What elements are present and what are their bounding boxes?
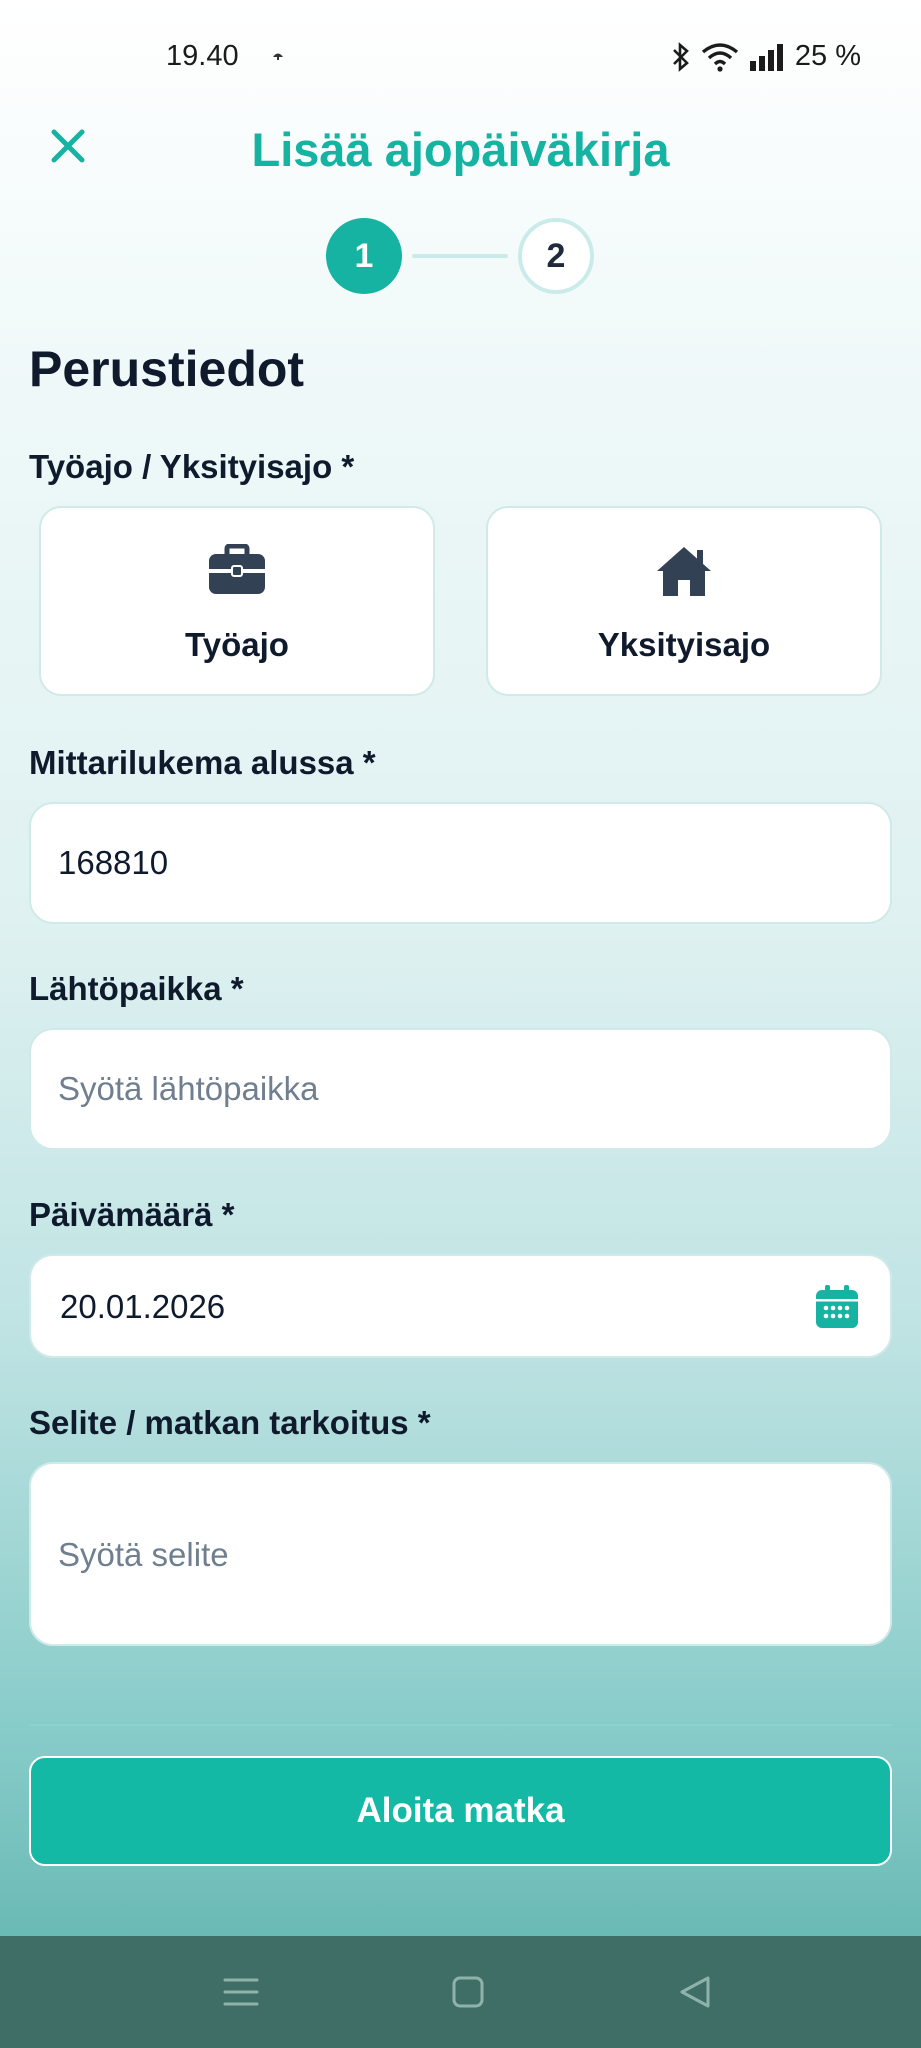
- odometer-label: Mittarilukema alussa *: [29, 744, 376, 781]
- notification-icon: [273, 53, 283, 60]
- calendar-icon[interactable]: [814, 1284, 860, 1330]
- private-trip-label: Yksityisajo: [597, 626, 771, 663]
- briefcase-icon: [209, 544, 265, 594]
- description-input[interactable]: Syötä selite: [29, 1462, 892, 1646]
- signal-icon: [749, 43, 783, 71]
- description-label: Selite / matkan tarkoitus *: [29, 1404, 431, 1441]
- departure-input[interactable]: Syötä lähtöpaikka: [29, 1028, 892, 1150]
- battery-percentage: 25 %: [794, 40, 861, 72]
- square-icon: [452, 1976, 484, 2008]
- date-input[interactable]: 20.01.2026: [29, 1254, 892, 1358]
- description-placeholder: Syötä selite: [58, 1536, 229, 1573]
- bluetooth-icon: [672, 41, 689, 72]
- page-title: Lisää ajopäiväkirja: [251, 123, 670, 176]
- departure-placeholder: Syötä lähtöpaikka: [58, 1070, 319, 1107]
- departure-label: Lähtöpaikka *: [29, 970, 244, 1007]
- wifi-icon: [701, 42, 738, 72]
- odometer-value: 168810: [58, 844, 169, 881]
- start-trip-button[interactable]: Aloita matka: [29, 1756, 892, 1866]
- menu-icon: [223, 1978, 259, 2006]
- status-time: 19.40: [166, 40, 239, 72]
- divider: [29, 1724, 892, 1726]
- system-navigation-bar: [0, 1936, 921, 2048]
- back-triangle-icon: [680, 1976, 710, 2008]
- private-trip-option[interactable]: Yksityisajo: [486, 506, 882, 696]
- status-icons: 25 %: [671, 40, 861, 73]
- work-trip-option[interactable]: Työajo: [39, 506, 435, 696]
- date-label: Päivämäärä *: [29, 1196, 235, 1233]
- trip-type-label: Työajo / Yksityisajo *: [29, 448, 355, 485]
- recent-apps-button[interactable]: [213, 1964, 269, 2020]
- home-nav-button[interactable]: [440, 1964, 496, 2020]
- work-trip-label: Työajo: [185, 626, 289, 663]
- step-2-indicator: 2: [518, 218, 594, 294]
- stepper-connector: [412, 254, 508, 258]
- date-value: 20.01.2026: [60, 1288, 226, 1325]
- home-icon: [657, 547, 711, 596]
- back-nav-button[interactable]: [667, 1964, 723, 2020]
- section-title: Perustiedot: [29, 341, 305, 397]
- step-1-indicator: 1: [326, 218, 402, 294]
- odometer-input[interactable]: 168810: [29, 802, 892, 924]
